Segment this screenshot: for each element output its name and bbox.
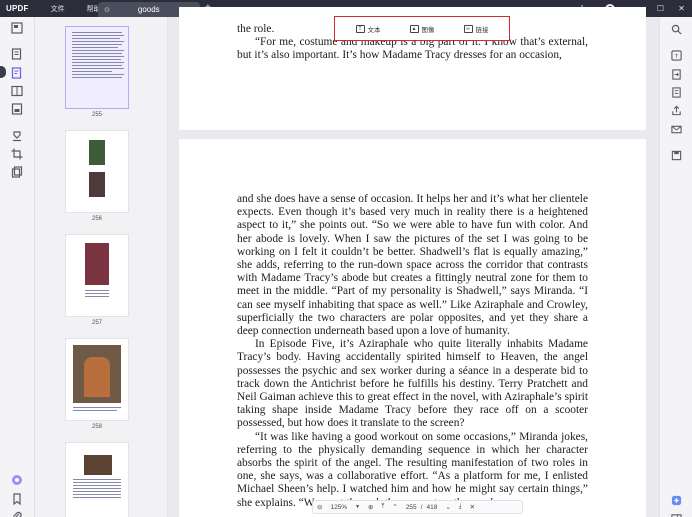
thumbnail-page-255[interactable] — [65, 26, 129, 109]
zoom-in-icon[interactable]: ⊕ — [364, 503, 377, 511]
pdf-page-main: and she does have a sense of occasion. I… — [179, 139, 646, 517]
link-icon: ∞ — [463, 24, 473, 33]
image-icon: ▲ — [409, 24, 419, 33]
ocr-icon[interactable]: T — [671, 48, 683, 61]
zoom-level[interactable]: 125% — [326, 504, 351, 511]
thumbnail-page-number: 258 — [91, 424, 102, 430]
previous-page-icon[interactable]: ⌃ — [388, 503, 401, 511]
zoom-out-icon[interactable]: ⊖ — [313, 503, 326, 511]
share-icon[interactable] — [671, 103, 683, 116]
ai-assistant-icon[interactable] — [10, 474, 24, 486]
thumbnail-page-259[interactable] — [65, 442, 129, 517]
app-logo: UPDF — [6, 4, 29, 13]
add-image-button[interactable]: ▲ 图像 — [409, 24, 435, 34]
add-link-label: 链接 — [475, 26, 489, 34]
crop-icon[interactable] — [10, 148, 24, 160]
close-navigation-icon[interactable]: ✕ — [466, 503, 479, 511]
paragraph: “It was like having a good workout on so… — [237, 430, 588, 509]
text-icon: T — [355, 24, 365, 33]
document-viewer[interactable]: the role. “For me, costume and makeup is… — [168, 7, 659, 517]
thumbnail-page-256[interactable] — [65, 130, 129, 213]
thumbnail-page-258[interactable] — [65, 338, 129, 421]
bookmark-icon[interactable] — [10, 493, 24, 506]
right-toolbar: T — [659, 17, 692, 517]
next-page-icon[interactable]: ⌄ — [441, 503, 454, 511]
paragraph: and she does have a sense of occasion. I… — [237, 193, 588, 338]
close-window-button[interactable]: ✕ — [671, 4, 692, 13]
protect-icon[interactable] — [671, 85, 683, 98]
thumbnail-page-number: 257 — [91, 320, 102, 326]
organize-pages-icon[interactable] — [10, 85, 24, 97]
email-icon[interactable] — [671, 122, 683, 134]
left-toolbar — [0, 17, 35, 517]
first-page-icon[interactable]: ⤒ — [377, 503, 388, 511]
thumbnail-panel: 255 256 257 258 — [35, 17, 168, 517]
thumbnails-icon[interactable] — [10, 22, 24, 34]
document-icon: ⊙ — [104, 6, 110, 14]
last-page-icon[interactable]: ⤓ — [455, 503, 466, 511]
add-image-label: 图像 — [421, 26, 435, 34]
maximize-button[interactable]: ☐ — [650, 4, 671, 13]
attachment-icon[interactable] — [10, 511, 24, 517]
reader-icon[interactable] — [10, 48, 24, 60]
convert-icon[interactable] — [671, 67, 683, 80]
dock-icon[interactable] — [671, 511, 683, 517]
tab-title: goods — [137, 5, 160, 14]
thumbnail-page-257[interactable] — [65, 234, 129, 317]
add-link-button[interactable]: ∞ 链接 — [463, 24, 489, 34]
thumbnail-page-number: 256 — [91, 216, 102, 222]
stamp-icon[interactable] — [10, 130, 24, 142]
paragraph: In Episode Five, it’s Aziraphale who qui… — [237, 338, 588, 430]
thumbnail-page-number: 255 — [91, 112, 102, 118]
add-text-label: 文本 — [367, 26, 381, 34]
svg-text:T: T — [674, 54, 679, 60]
ai-sparkle-icon[interactable] — [671, 493, 683, 506]
chevron-down-icon[interactable]: ▼ — [351, 504, 364, 510]
page-navigation-bar: ⊖ 125% ▼ ⊕ ⤒ ⌃ 255 / 418 ⌄ ⤓ ✕ — [312, 500, 523, 514]
page-tools-icon[interactable] — [10, 166, 24, 178]
menu-file-label: 文件 — [50, 5, 65, 13]
form-icon[interactable] — [10, 103, 24, 115]
total-pages: 418 — [426, 503, 438, 511]
insert-toolbar: T 文本 ▲ 图像 ∞ 链接 — [334, 16, 510, 41]
menu-file[interactable]: 文件 — [51, 4, 65, 14]
search-icon[interactable] — [671, 22, 683, 35]
save-icon[interactable] — [671, 148, 683, 161]
edit-pdf-icon[interactable] — [10, 67, 24, 79]
current-page-input[interactable]: 255 — [402, 504, 421, 511]
add-text-button[interactable]: T 文本 — [355, 24, 381, 34]
